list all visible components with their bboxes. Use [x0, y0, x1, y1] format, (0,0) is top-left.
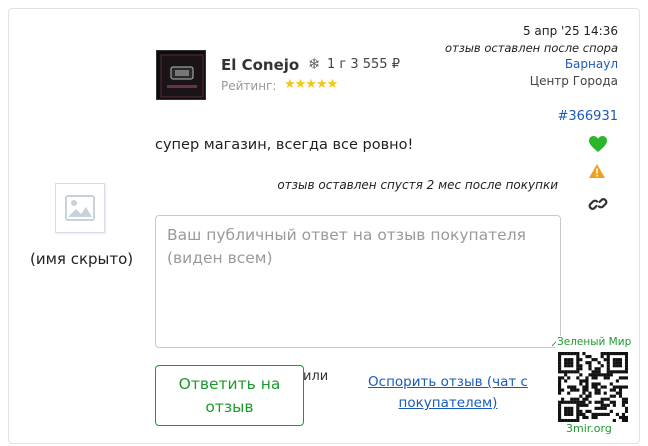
product-quantity-price: 1 г 3 555 ₽	[327, 57, 400, 72]
watermark-url: 3mir.org	[566, 422, 612, 435]
district: Центр Города	[529, 74, 618, 88]
rating-label: Рейтинг:	[221, 79, 277, 93]
review-date: 5 апр '25 14:36	[522, 24, 618, 38]
or-separator: или	[303, 369, 329, 384]
review-timing-note: отзыв оставлен спустя 2 мес после покупк…	[277, 178, 558, 192]
avatar	[55, 183, 105, 233]
warning-icon[interactable]	[588, 163, 606, 179]
product-thumbnail[interactable]	[156, 50, 206, 100]
snowflake-icon: ❄	[308, 55, 321, 73]
reply-textarea[interactable]	[155, 215, 561, 348]
dispute-review-link[interactable]: Оспорить отзыв (чат с покупателем)	[362, 372, 534, 414]
image-placeholder-icon	[65, 195, 95, 221]
review-text: супер магазин, всегда все ровно!	[155, 137, 414, 153]
link-icon[interactable]	[588, 195, 608, 213]
watermark-title: Зеленый Мир	[556, 336, 633, 348]
reply-button[interactable]: Ответить на отзыв	[155, 365, 304, 426]
green-heart-icon[interactable]	[588, 135, 608, 153]
reviewer-name: (имя скрыто)	[30, 250, 134, 268]
city-link[interactable]: Барнаул	[565, 57, 618, 71]
after-dispute-note: отзыв оставлен после спора	[444, 41, 618, 55]
qr-code-image	[558, 352, 628, 422]
product-name[interactable]: El Conejo	[221, 56, 299, 74]
rating-stars: ★★★★★	[284, 77, 338, 92]
review-id-link[interactable]: #366931	[557, 109, 618, 124]
